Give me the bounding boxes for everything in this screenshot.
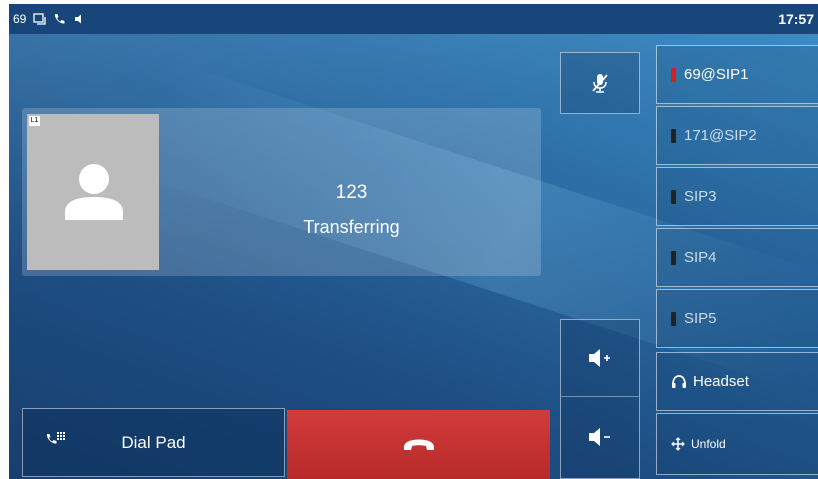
phone-icon xyxy=(52,12,66,26)
call-forward-icon xyxy=(32,12,46,26)
status-bar: 69 17:57 xyxy=(9,4,818,34)
hang-up-icon xyxy=(403,439,434,450)
line-key-label: SIP4 xyxy=(684,249,717,266)
line-tag: L1 xyxy=(29,116,40,126)
line-led xyxy=(671,189,676,204)
call-info-panel: L1 123 Transferring xyxy=(22,108,541,276)
unfold-key[interactable]: Unfold xyxy=(656,413,818,475)
unfold-label: Unfold xyxy=(691,437,726,451)
headset-label: Headset xyxy=(693,373,749,390)
line-key-4[interactable]: SIP4 xyxy=(656,228,818,287)
headset-icon xyxy=(671,374,687,390)
line-key-3[interactable]: SIP3 xyxy=(656,167,818,226)
person-icon xyxy=(65,164,123,220)
line-key-label: 171@SIP2 xyxy=(684,127,757,144)
mute-button[interactable] xyxy=(560,52,640,114)
line-led xyxy=(671,128,676,143)
line-key-1[interactable]: 69@SIP1 xyxy=(656,45,818,104)
line-led xyxy=(671,67,676,82)
volume-up-icon xyxy=(589,349,610,367)
contact-avatar: L1 xyxy=(27,114,159,270)
speaker-icon xyxy=(72,12,86,26)
line-led xyxy=(671,250,676,265)
mic-mute-icon xyxy=(592,74,608,93)
caller-number: 123 xyxy=(335,182,368,203)
extension-number: 69 xyxy=(13,12,27,26)
line-key-label: SIP5 xyxy=(684,310,717,327)
dial-pad-button[interactable]: Dial Pad xyxy=(22,408,285,477)
line-key-2[interactable]: 171@SIP2 xyxy=(656,106,818,165)
volume-up-button[interactable] xyxy=(561,320,639,397)
line-key-label: SIP3 xyxy=(684,188,717,205)
clock: 17:57 xyxy=(778,11,814,27)
unfold-icon xyxy=(671,437,685,451)
headset-key[interactable]: Headset xyxy=(656,352,818,411)
line-key-5[interactable]: SIP5 xyxy=(656,289,818,348)
dial-pad-label: Dial Pad xyxy=(121,433,186,452)
phone-screen: 69 17:57 L1 123 Transferring 69@SIP1 171… xyxy=(9,4,818,479)
volume-down-button[interactable] xyxy=(561,398,639,475)
volume-control xyxy=(560,319,640,479)
call-status: Transferring xyxy=(303,217,400,237)
line-key-label: 69@SIP1 xyxy=(684,66,749,83)
volume-down-icon xyxy=(589,427,610,446)
line-led xyxy=(671,311,676,326)
end-call-button[interactable] xyxy=(287,410,550,479)
